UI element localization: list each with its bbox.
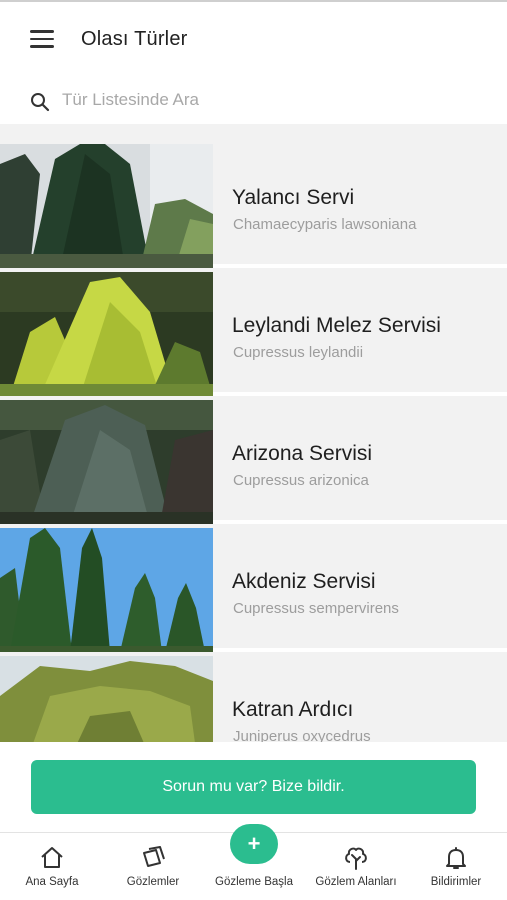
nav-item-notifications[interactable]: Bildirimler — [414, 833, 498, 900]
species-name: Katran Ardıcı — [232, 698, 354, 721]
species-photo — [0, 656, 213, 742]
nav-label: Gözlem Alanları — [315, 876, 397, 888]
page-title: Olası Türler — [81, 28, 188, 50]
start-observation-fab[interactable]: + — [230, 824, 278, 864]
report-section: Sorun mu var? Bize bildir. — [0, 742, 507, 832]
nav-label: Ana Sayfa — [25, 876, 79, 888]
species-photo — [0, 400, 213, 524]
species-name: Leylandi Melez Servisi — [232, 314, 441, 337]
nav-item-observation-areas[interactable]: Gözlem Alanları — [304, 833, 408, 900]
report-problem-button[interactable]: Sorun mu var? Bize bildir. — [31, 760, 476, 814]
bell-icon — [446, 847, 466, 869]
species-photo — [0, 528, 213, 652]
nav-item-observations[interactable]: Gözlemler — [108, 833, 198, 900]
species-photo — [0, 144, 213, 268]
nav-label: Bildirimler — [430, 876, 482, 888]
species-latin-name: Cupressus sempervirens — [233, 600, 399, 617]
species-photo — [0, 272, 213, 396]
search-icon — [31, 93, 50, 112]
home-icon — [41, 847, 63, 868]
nav-label: Gözleme Başla — [215, 876, 293, 888]
species-item-katran-ardici[interactable]: Katran Ardıcı Juniperus oxycedrus — [0, 656, 507, 742]
nav-item-home[interactable]: Ana Sayfa — [10, 833, 94, 900]
hamburger-menu-icon[interactable] — [30, 30, 56, 50]
species-latin-name: Cupressus leylandii — [233, 344, 364, 361]
tree-icon — [345, 847, 367, 870]
species-name: Yalancı Servi — [232, 186, 355, 209]
species-name: Akdeniz Servisi — [232, 570, 376, 593]
species-item-arizona-servisi[interactable]: Arizona Servisi Cupressus arizonica — [0, 400, 507, 524]
app-bar: Olası Türler — [0, 2, 507, 76]
species-item-akdeniz-servisi[interactable]: Akdeniz Servisi Cupressus sempervirens — [0, 528, 507, 652]
species-latin-name: Cupressus arizonica — [233, 472, 369, 489]
species-list: Yalancı Servi Chamaecyparis lawsoniana L… — [0, 124, 507, 742]
plus-icon: + — [247, 831, 261, 856]
species-item-leylandi-melez-servisi[interactable]: Leylandi Melez Servisi Cupressus leyland… — [0, 272, 507, 396]
nav-label: Gözlemler — [126, 876, 180, 888]
search-input[interactable] — [62, 84, 482, 116]
species-latin-name: Juniperus oxycedrus — [233, 728, 371, 742]
species-item-yalanci-servi[interactable]: Yalancı Servi Chamaecyparis lawsoniana — [0, 144, 507, 268]
search-bar — [0, 76, 507, 124]
species-name: Arizona Servisi — [232, 442, 373, 465]
observations-icon — [143, 846, 165, 867]
species-latin-name: Chamaecyparis lawsoniana — [233, 216, 417, 233]
